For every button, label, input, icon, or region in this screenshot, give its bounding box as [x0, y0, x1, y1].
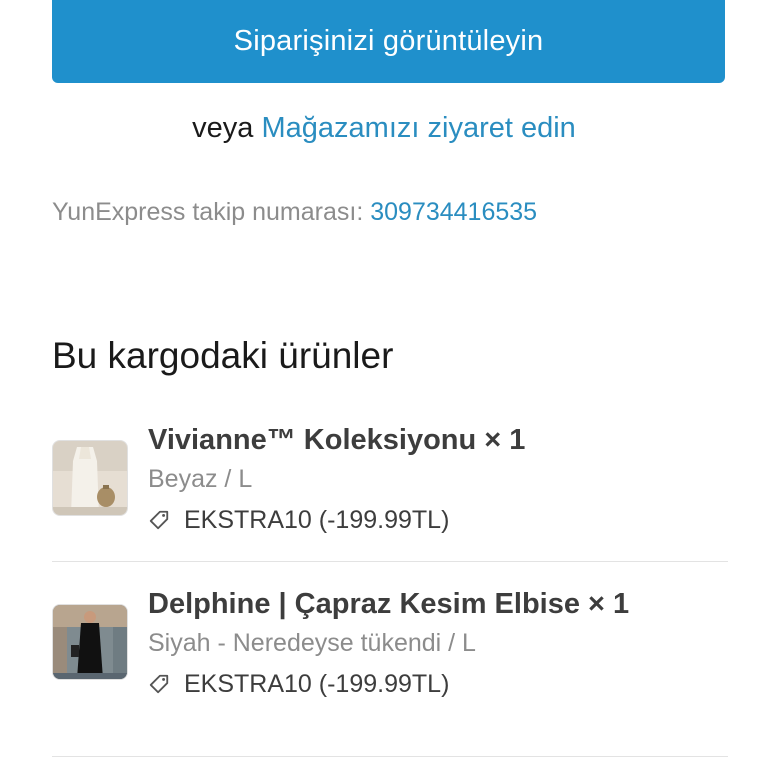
- tracking-number-link[interactable]: 309734416535: [370, 198, 537, 226]
- list-item: Vivianne™ Koleksiyonu × 1 Beyaz / L EKST…: [52, 418, 728, 562]
- product-thumbnail[interactable]: [52, 604, 128, 680]
- item-name: Delphine | Çapraz Kesim Elbise × 1: [148, 588, 630, 620]
- alt-prefix-text: veya: [192, 112, 254, 144]
- item-variant: Siyah - Neredeyse tükendi / L: [148, 629, 476, 657]
- discount-code-text: EKSTRA10 (-199.99TL): [184, 506, 450, 534]
- item-discount: EKSTRA10 (-199.99TL): [148, 664, 449, 704]
- view-order-label: Siparişinizi görüntüleyin: [233, 25, 544, 57]
- list-item: Delphine | Çapraz Kesim Elbise × 1 Siyah…: [52, 582, 728, 757]
- item-discount: EKSTRA10 (-199.99TL): [148, 500, 449, 540]
- section-title: Bu kargodaki ürünler: [52, 335, 394, 376]
- view-order-button[interactable]: Siparişinizi görüntüleyin: [52, 0, 725, 83]
- tracking-label: YunExpress takip numarası:: [52, 198, 364, 226]
- tracking-info: YunExpress takip numarası: 309734416535: [52, 192, 537, 232]
- visit-store-link[interactable]: Mağazamızı ziyaret edin: [262, 112, 576, 144]
- item-name: Vivianne™ Koleksiyonu × 1: [148, 424, 526, 456]
- discount-code-text: EKSTRA10 (-199.99TL): [184, 670, 450, 698]
- shipping-confirmation-page: Siparişinizi görüntüleyin veya Mağazamız…: [0, 0, 768, 768]
- tag-icon: [149, 674, 169, 694]
- tag-icon: [149, 510, 169, 530]
- item-variant: Beyaz / L: [148, 465, 253, 493]
- alt-action-line: veya Mağazamızı ziyaret edin: [0, 106, 768, 150]
- product-thumbnail[interactable]: [52, 440, 128, 516]
